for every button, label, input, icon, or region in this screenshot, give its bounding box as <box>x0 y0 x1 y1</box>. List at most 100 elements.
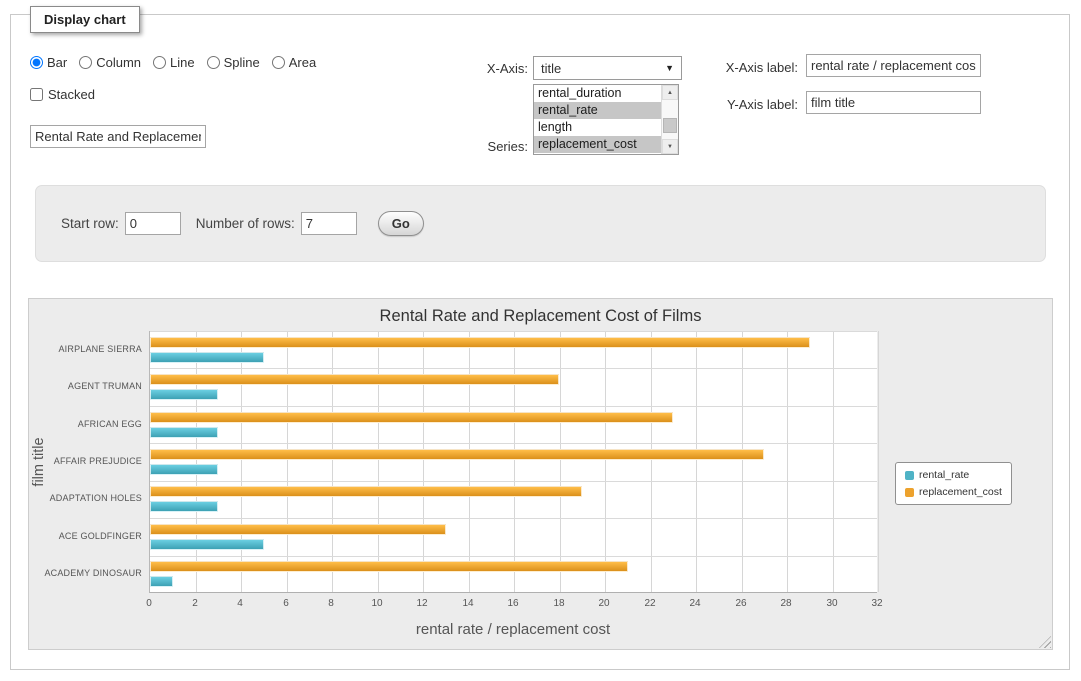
xaxis-label-input[interactable] <box>806 54 981 77</box>
gridline-vertical <box>332 331 333 592</box>
chart-type-text-area: Area <box>289 55 316 70</box>
scrollbar-track[interactable] <box>662 100 678 139</box>
bar-rental_rate[interactable] <box>150 427 218 438</box>
bar-rental_rate[interactable] <box>150 539 264 550</box>
chart-type-radio-spline[interactable] <box>207 56 220 69</box>
gridline-vertical <box>514 331 515 592</box>
gridline-vertical <box>833 331 834 592</box>
gridline-vertical <box>469 331 470 592</box>
start-row-input[interactable] <box>125 212 181 235</box>
bar-rental_rate[interactable] <box>150 501 218 512</box>
bar-rental_rate[interactable] <box>150 352 264 363</box>
chart-type-option-spline[interactable]: Spline <box>207 55 260 70</box>
gridline-horizontal <box>150 368 877 369</box>
x-tick-label: 32 <box>862 598 892 609</box>
gridline-horizontal <box>150 556 877 557</box>
yaxis-label-input[interactable] <box>806 91 981 114</box>
scrollbar-thumb[interactable] <box>663 118 677 133</box>
stacked-option[interactable]: Stacked <box>30 87 95 102</box>
stacked-checkbox[interactable] <box>30 88 43 101</box>
yaxis-label-field-label: Y-Axis label: <box>690 97 798 113</box>
panel-title: Display chart <box>30 6 140 33</box>
chart-canvas: Rental Rate and Replacement Cost of Film… <box>28 298 1053 650</box>
chart-type-radio-bar[interactable] <box>30 56 43 69</box>
category-label: AIRPLANE SIERRA <box>29 344 142 355</box>
dropdown-arrow-icon: ▼ <box>665 63 674 73</box>
gridline-vertical <box>241 331 242 592</box>
xaxis-select[interactable]: title ▼ <box>533 56 682 80</box>
gridline-vertical <box>605 331 606 592</box>
chart-type-radio-area[interactable] <box>272 56 285 69</box>
gridline-horizontal <box>150 518 877 519</box>
x-tick-label: 2 <box>180 598 210 609</box>
category-label: ACADEMY DINOSAUR <box>29 568 142 579</box>
gridline-horizontal <box>150 331 877 332</box>
bar-replacement_cost[interactable] <box>150 412 673 423</box>
gridline-vertical <box>651 331 652 592</box>
bar-replacement_cost[interactable] <box>150 524 446 535</box>
xaxis-select-label: X-Axis: <box>438 61 528 77</box>
category-label: AFFAIR PREJUDICE <box>29 456 142 467</box>
bar-replacement_cost[interactable] <box>150 337 810 348</box>
x-tick-label: 28 <box>771 598 801 609</box>
legend-item-replacement_cost[interactable]: replacement_cost <box>905 486 1002 498</box>
bar-rental_rate[interactable] <box>150 389 218 400</box>
gridline-horizontal <box>150 406 877 407</box>
legend-item-rental_rate[interactable]: rental_rate <box>905 469 1002 481</box>
legend-swatch <box>905 488 914 497</box>
num-rows-input[interactable] <box>301 212 357 235</box>
gridline-horizontal <box>150 481 877 482</box>
x-tick-label: 22 <box>635 598 665 609</box>
chart-title: Rental Rate and Replacement Cost of Film… <box>29 307 1052 326</box>
bar-replacement_cost[interactable] <box>150 561 628 572</box>
scroll-down-icon[interactable]: ▼ <box>662 139 678 154</box>
bar-replacement_cost[interactable] <box>150 486 582 497</box>
gridline-vertical <box>696 331 697 592</box>
legend-label: replacement_cost <box>919 486 1002 498</box>
xaxis-selected-value: title <box>541 61 561 76</box>
x-axis-title: rental rate / replacement cost <box>149 621 877 638</box>
series-listbox[interactable]: rental_durationrental_ratelengthreplacem… <box>533 84 679 155</box>
start-row-label: Start row: <box>61 216 119 231</box>
chart-type-radio-line[interactable] <box>153 56 166 69</box>
series-option-rental_duration[interactable]: rental_duration <box>534 85 661 102</box>
series-listbox-items: rental_durationrental_ratelengthreplacem… <box>534 85 661 154</box>
gridline-vertical <box>196 331 197 592</box>
x-tick-label: 24 <box>680 598 710 609</box>
chart-legend: rental_rate replacement_cost <box>895 462 1012 505</box>
chart-type-radio-column[interactable] <box>79 56 92 69</box>
bar-replacement_cost[interactable] <box>150 449 764 460</box>
scroll-up-icon[interactable]: ▲ <box>662 85 678 100</box>
go-button[interactable]: Go <box>378 211 424 236</box>
series-option-length[interactable]: length <box>534 119 661 136</box>
x-tick-label: 14 <box>453 598 483 609</box>
x-tick-label: 10 <box>362 598 392 609</box>
gridline-vertical <box>378 331 379 592</box>
category-label: ACE GOLDFINGER <box>29 531 142 542</box>
chart-type-option-column[interactable]: Column <box>79 55 141 70</box>
chart-type-option-bar[interactable]: Bar <box>30 55 67 70</box>
x-tick-label: 20 <box>589 598 619 609</box>
chart-title-input[interactable] <box>30 125 206 148</box>
gridline-vertical <box>423 331 424 592</box>
num-rows-label: Number of rows: <box>196 216 295 231</box>
chart-type-options: Bar Column Line Spline Area <box>30 55 316 70</box>
series-option-rental_rate[interactable]: rental_rate <box>534 102 661 119</box>
gridline-vertical <box>878 331 879 592</box>
legend-label: rental_rate <box>919 469 969 481</box>
resize-handle-icon[interactable] <box>1039 636 1051 648</box>
bar-rental_rate[interactable] <box>150 464 218 475</box>
series-option-replacement_cost[interactable]: replacement_cost <box>534 136 661 153</box>
legend-swatch <box>905 471 914 480</box>
x-tick-label: 12 <box>407 598 437 609</box>
gridline-vertical <box>742 331 743 592</box>
category-label: AGENT TRUMAN <box>29 381 142 392</box>
bar-rental_rate[interactable] <box>150 576 173 587</box>
x-tick-label: 26 <box>726 598 756 609</box>
bar-replacement_cost[interactable] <box>150 374 559 385</box>
chart-type-option-line[interactable]: Line <box>153 55 195 70</box>
x-tick-label: 16 <box>498 598 528 609</box>
chart-type-option-area[interactable]: Area <box>272 55 316 70</box>
x-tick-label: 4 <box>225 598 255 609</box>
listbox-scrollbar[interactable]: ▲ ▼ <box>661 85 678 154</box>
